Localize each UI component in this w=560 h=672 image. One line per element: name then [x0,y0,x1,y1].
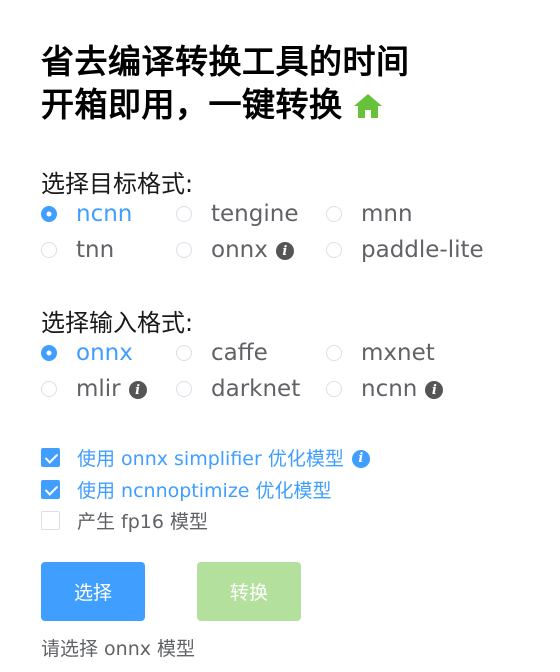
input-radio-ncnn[interactable]: ncnn i [326,376,444,402]
select-button[interactable]: 选择 [41,562,145,621]
info-icon[interactable]: i [425,381,444,399]
ncnnoptimize-checkbox[interactable]: 使用 ncnnoptimize 优化模型 [41,476,332,503]
title-line-2-text: 开箱即用，一键转换 [41,85,343,124]
checkbox-label: 使用 ncnnoptimize 优化模型 [77,480,332,502]
onnx-simplifier-checkbox[interactable]: 使用 onnx simplifier 优化模型 i [41,444,370,471]
radio-circle[interactable] [41,381,57,397]
checkbox-box[interactable] [41,511,60,530]
radio-circle[interactable] [326,242,342,258]
radio-circle[interactable] [176,242,192,258]
target-radio-paddle-lite[interactable]: paddle-lite [326,237,484,263]
target-radio-tengine[interactable]: tengine [176,201,298,227]
info-icon[interactable]: i [351,449,370,468]
radio-circle[interactable] [41,206,57,222]
radio-circle[interactable] [326,206,342,222]
checkbox-box[interactable] [41,448,60,467]
title-line-1: 省去编译转换工具的时间 [41,42,410,81]
radio-circle[interactable] [41,242,57,258]
input-radio-mxnet[interactable]: mxnet [326,340,435,366]
target-radio-ncnn[interactable]: ncnn [41,201,132,227]
checkbox-label: 产生 fp16 模型 [77,511,209,533]
radio-label: mnn [361,201,413,227]
input-radio-onnx[interactable]: onnx [41,340,133,366]
radio-label: darknet [211,376,301,402]
target-radio-tnn[interactable]: tnn [41,237,114,263]
input-radio-caffe[interactable]: caffe [176,340,268,366]
info-icon[interactable]: i [128,381,147,399]
radio-circle[interactable] [176,206,192,222]
radio-label: onnx [211,237,268,263]
input-radio-mlir[interactable]: mlir i [41,376,147,402]
input-radio-darknet[interactable]: darknet [176,376,300,402]
radio-label: mxnet [361,340,435,366]
target-radio-mnn[interactable]: mnn [326,201,413,227]
status-text: 请选择 onnx 模型 [41,638,196,660]
radio-circle[interactable] [176,345,192,361]
radio-circle[interactable] [326,345,342,361]
home-icon [353,86,383,129]
convert-button[interactable]: 转换 [197,562,301,621]
fp16-checkbox[interactable]: 产生 fp16 模型 [41,507,208,534]
radio-label: ncnn [361,376,418,402]
radio-circle[interactable] [176,381,192,397]
radio-label: caffe [211,340,268,366]
info-icon[interactable]: i [275,242,294,260]
title-line-2: 开箱即用，一键转换 [41,83,410,129]
radio-label: tnn [76,237,115,263]
radio-label: ncnn [76,201,133,227]
checkbox-box[interactable] [41,480,60,499]
target-radio-onnx[interactable]: onnx i [176,237,294,263]
radio-label: tengine [211,201,299,227]
radio-label: paddle-lite [361,237,484,263]
page-title: 省去编译转换工具的时间 开箱即用，一键转换 [41,40,410,129]
target-format-label: 选择目标格式: [41,170,194,198]
radio-label: onnx [76,340,133,366]
radio-label: mlir [76,376,121,402]
radio-circle[interactable] [41,345,57,361]
checkbox-label: 使用 onnx simplifier 优化模型 [77,448,344,470]
radio-circle[interactable] [326,381,342,397]
input-format-label: 选择输入格式: [41,309,194,337]
